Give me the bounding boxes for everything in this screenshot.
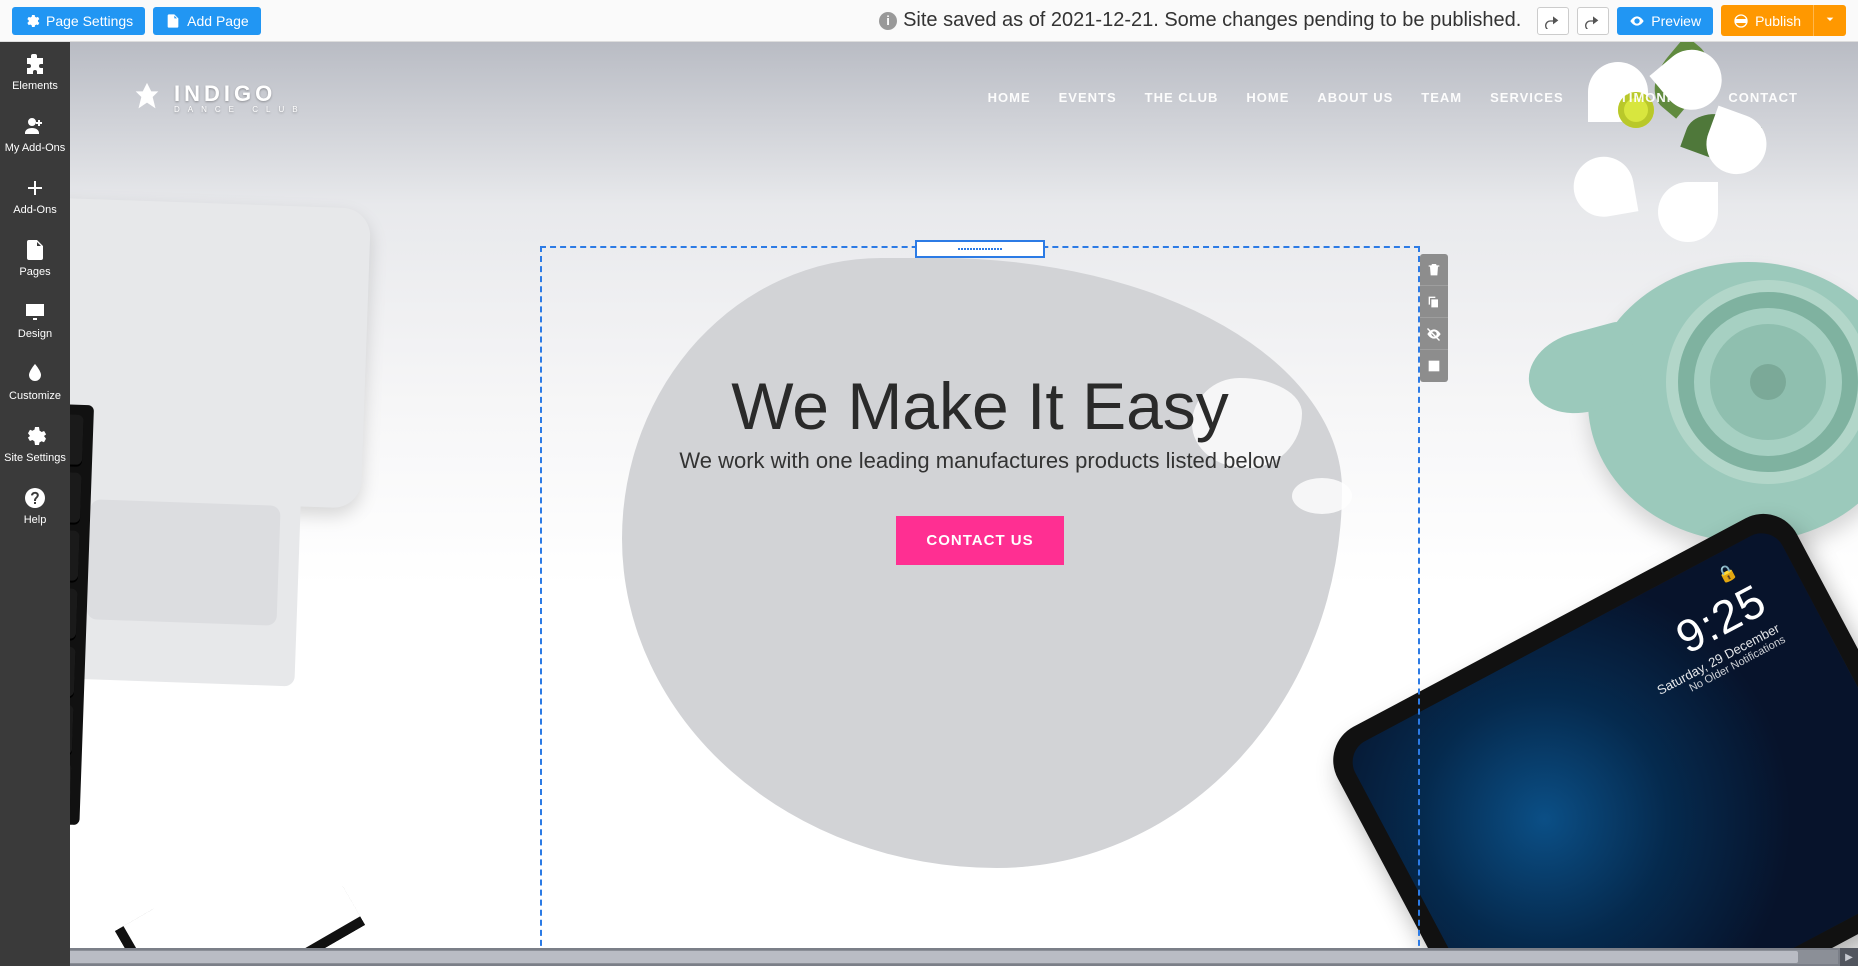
sidebar-label: Site Settings bbox=[4, 452, 66, 464]
editor-canvas[interactable]: 🔒 9:25 Saturday, 29 December No Older No… bbox=[70, 42, 1858, 948]
monitor-icon bbox=[23, 300, 47, 324]
logo-subtext: DANCE CLUB bbox=[174, 105, 306, 114]
nav-link[interactable]: HOME bbox=[988, 90, 1031, 105]
sidebar-item-help[interactable]: Help bbox=[0, 476, 70, 538]
hero-content: We Make It Easy We work with one leading… bbox=[542, 368, 1418, 565]
square-icon bbox=[1426, 358, 1442, 374]
page-icon bbox=[23, 238, 47, 262]
hero-title[interactable]: We Make It Easy bbox=[542, 368, 1418, 444]
expand-section-button[interactable] bbox=[1420, 350, 1448, 382]
section-toolbox bbox=[1420, 254, 1448, 382]
redo-icon bbox=[1585, 13, 1601, 29]
page-settings-button[interactable]: Page Settings bbox=[12, 7, 145, 35]
copy-icon bbox=[1426, 294, 1442, 310]
site-logo[interactable]: INDIGO DANCE CLUB bbox=[130, 80, 306, 114]
sidebar-label: Help bbox=[24, 514, 47, 526]
scroll-right-button[interactable]: ▶ bbox=[1840, 948, 1858, 966]
redo-button[interactable] bbox=[1577, 7, 1609, 35]
nav-link[interactable]: TESTIMONIALS bbox=[1592, 90, 1701, 105]
site-header: INDIGO DANCE CLUB HOME EVENTS THE CLUB H… bbox=[70, 42, 1858, 152]
nav-link[interactable]: EVENTS bbox=[1059, 90, 1117, 105]
drop-icon bbox=[23, 362, 47, 386]
nav-link[interactable]: ABOUT US bbox=[1317, 90, 1393, 105]
nav-link[interactable]: THE CLUB bbox=[1145, 90, 1219, 105]
scroll-thumb[interactable] bbox=[60, 951, 1798, 963]
publish-label: Publish bbox=[1755, 13, 1801, 29]
sidebar-item-design[interactable]: Design bbox=[0, 290, 70, 352]
horizontal-scrollbar: ◀ ▶ bbox=[0, 948, 1858, 966]
publish-dropdown-button[interactable] bbox=[1813, 5, 1846, 36]
sidebar-item-my-addons[interactable]: My Add-Ons bbox=[0, 104, 70, 166]
nav-link[interactable]: SERVICES bbox=[1490, 90, 1564, 105]
editor-topbar: Page Settings Add Page i Site saved as o… bbox=[0, 0, 1858, 42]
selected-section[interactable]: We Make It Easy We work with one leading… bbox=[540, 246, 1420, 948]
sidebar-label: Pages bbox=[19, 266, 50, 278]
nav-link[interactable]: CONTACT bbox=[1728, 90, 1798, 105]
caret-down-icon bbox=[1822, 11, 1838, 27]
add-page-label: Add Page bbox=[187, 13, 249, 29]
delete-section-button[interactable] bbox=[1420, 254, 1448, 286]
save-status: i Site saved as of 2021-12-21. Some chan… bbox=[879, 9, 1521, 32]
hero-subtitle[interactable]: We work with one leading manufactures pr… bbox=[542, 448, 1418, 474]
eye-icon bbox=[1629, 13, 1645, 29]
question-icon bbox=[23, 486, 47, 510]
undo-button[interactable] bbox=[1537, 7, 1569, 35]
sidebar-label: Elements bbox=[12, 80, 58, 92]
globe-icon bbox=[1733, 13, 1749, 29]
save-status-text: Site saved as of 2021-12-21. Some change… bbox=[903, 9, 1521, 32]
gear-icon bbox=[23, 424, 47, 448]
editor-sidebar: Elements My Add-Ons Add-Ons Pages Design… bbox=[0, 42, 70, 966]
user-plus-icon bbox=[23, 114, 47, 138]
logo-icon bbox=[130, 80, 164, 114]
sidebar-label: My Add-Ons bbox=[5, 142, 66, 154]
sidebar-item-pages[interactable]: Pages bbox=[0, 228, 70, 290]
sidebar-label: Customize bbox=[9, 390, 61, 402]
page-settings-label: Page Settings bbox=[46, 13, 133, 29]
sidebar-label: Add-Ons bbox=[13, 204, 56, 216]
sidebar-item-site-settings[interactable]: Site Settings bbox=[0, 414, 70, 476]
page-icon bbox=[165, 13, 181, 29]
preview-label: Preview bbox=[1651, 13, 1701, 29]
sidebar-item-customize[interactable]: Customize bbox=[0, 352, 70, 414]
decor-laptop bbox=[70, 194, 411, 850]
duplicate-section-button[interactable] bbox=[1420, 286, 1448, 318]
publish-group: Publish bbox=[1721, 5, 1846, 36]
add-page-button[interactable]: Add Page bbox=[153, 7, 261, 35]
publish-button[interactable]: Publish bbox=[1721, 5, 1813, 36]
gear-icon bbox=[24, 13, 40, 29]
drag-handle[interactable] bbox=[915, 240, 1045, 258]
eye-off-icon bbox=[1426, 326, 1442, 342]
sidebar-item-elements[interactable]: Elements bbox=[0, 42, 70, 104]
undo-icon bbox=[1545, 13, 1561, 29]
hide-section-button[interactable] bbox=[1420, 318, 1448, 350]
nav-link[interactable]: TEAM bbox=[1421, 90, 1462, 105]
nav-link[interactable]: HOME bbox=[1246, 90, 1289, 105]
trash-icon bbox=[1426, 262, 1442, 278]
site-nav: HOME EVENTS THE CLUB HOME ABOUT US TEAM … bbox=[988, 90, 1798, 105]
logo-text: INDIGO bbox=[174, 81, 306, 107]
preview-button[interactable]: Preview bbox=[1617, 7, 1713, 35]
scroll-track[interactable] bbox=[20, 950, 1838, 964]
info-icon: i bbox=[879, 12, 897, 30]
sidebar-item-addons[interactable]: Add-Ons bbox=[0, 166, 70, 228]
plus-icon bbox=[23, 176, 47, 200]
sidebar-label: Design bbox=[18, 328, 52, 340]
hero-cta-button[interactable]: CONTACT US bbox=[896, 516, 1063, 565]
puzzle-icon bbox=[23, 52, 47, 76]
